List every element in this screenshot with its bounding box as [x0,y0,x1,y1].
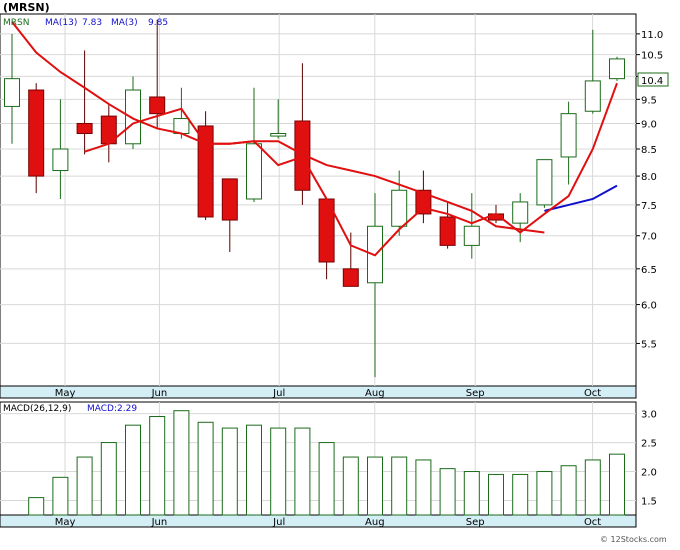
legend-ma3-label: MA(3) [111,18,138,28]
footer-credit: © 12Stocks.com [600,535,667,544]
price-y-tick-label: 7.0 [641,232,657,243]
price-x-tick-label: Sep [466,388,485,399]
candle-up-body [512,201,529,224]
candle-down-body [439,216,456,246]
macd-y-tick-label: 1.5 [641,497,657,508]
macd-y-axis-labels: 1.5 2.0 2.5 3.0 [641,410,657,508]
macd-bar [173,410,190,516]
macd-bar [536,471,553,516]
macd-bar [439,468,456,516]
candle-up-body [125,89,141,145]
stock-chart: May Jun Jul Aug Sep Oct 5.5 6.0 6.5 7.0 7.5 8.0 8.5… [0,1,669,544]
legend-symbol: MRSN [3,18,29,28]
macd-x-tick-label: Sep [466,517,485,528]
price-y-tick-label: 5.5 [641,339,657,350]
candle-up-body [173,118,190,135]
price-x-tick-label: Jul [272,388,285,399]
macd-bar [512,473,529,516]
macd-bar [609,453,625,516]
macd-y-tick-label: 2.0 [641,468,657,479]
macd-bar [100,442,117,516]
candle-up-body [391,189,408,227]
macd-legend-label: MACD(26,12,9) [3,404,71,414]
candle-down-body [149,96,166,115]
macd-bar [342,456,359,516]
macd-bar [367,456,383,516]
macd-x-tick-label: Aug [365,517,385,528]
price-x-axis-band [0,385,637,399]
candle-up-body [609,58,625,80]
candle-down-body [342,268,359,287]
legend-ma3-value: 9.85 [148,18,168,28]
price-y-tick-label: 8.0 [641,172,657,183]
candle-up-body [560,113,577,158]
price-y-tick-label: 8.5 [641,145,657,156]
candle-down-body [28,89,45,177]
candle-up-body [463,225,480,246]
macd-x-tick-label: Jun [151,517,168,528]
macd-x-tick-label: Oct [584,517,601,528]
macd-bar [463,471,480,516]
macd-bar [294,427,311,516]
legend-ma13-label: MA(13) [45,18,77,28]
macd-y-tick-label: 3.0 [641,410,657,421]
candle-up-body [536,159,553,206]
macd-bar [52,476,69,516]
macd-bar [318,442,335,516]
price-x-tick-label: Aug [365,388,385,399]
macd-bar [415,459,432,516]
macd-bar [584,459,601,516]
candle-up-body [246,143,262,200]
candle-up-body [4,78,20,107]
price-x-tick-label: Oct [584,388,601,399]
candle-down-body [197,125,214,218]
price-x-tick-label: May [55,388,76,399]
last-price-label: 10.4 [641,76,663,87]
macd-x-tick-label: May [55,517,76,528]
macd-x-axis-band [0,514,637,528]
macd-bar [270,427,287,516]
price-y-tick-label: 6.0 [641,301,657,312]
macd-bar [125,424,141,516]
candle-up-body [52,148,69,172]
macd-bar [76,456,93,516]
macd-bar [560,465,577,516]
macd-bar [197,421,214,516]
price-y-tick-label: 9.5 [641,95,657,106]
macd-bar [391,456,408,516]
macd-bar [488,473,504,516]
legend-ma13-value: 7.83 [82,18,102,28]
macd-bar [221,427,238,516]
candle-down-body [221,178,238,221]
price-y-tick-label: 7.5 [641,201,657,212]
price-y-tick-label: 11.0 [641,30,663,41]
macd-y-tick-label: 2.5 [641,439,657,450]
candle-up-body [584,80,601,112]
macd-bar [246,424,262,516]
price-y-tick-label: 6.5 [641,265,657,276]
chart-stage: May Jun Jul Aug Sep Oct 5.5 6.0 6.5 7.0 7.5 8.0 8.5… [0,0,680,546]
chart-title: (MRSN) [3,1,50,14]
macd-legend-value: MACD:2.29 [87,404,137,414]
macd-x-tick-label: Jul [272,517,285,528]
price-y-tick-label: 10.5 [641,51,663,62]
macd-bar [149,415,166,516]
price-y-tick-label: 9.0 [641,119,657,130]
candle-down-body [76,122,93,135]
candle-up-body [270,133,287,137]
price-x-tick-label: Jun [151,388,168,399]
macd-bar [28,497,45,516]
